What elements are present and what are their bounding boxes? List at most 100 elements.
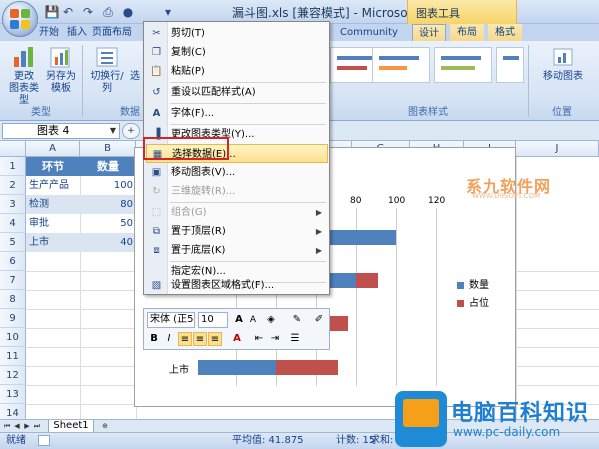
tab-insert[interactable]: 插入 [64, 24, 90, 41]
legend-item-quantity[interactable]: 数量 [457, 276, 489, 291]
align-right-icon[interactable]: ≡ [208, 332, 222, 346]
menu-item-reset-style[interactable]: ↺ 重设以匹配样式(A) [146, 83, 328, 102]
italic-icon[interactable]: I [162, 332, 176, 346]
macro-record-icon[interactable] [38, 435, 50, 446]
row-header[interactable]: 7 [0, 271, 26, 290]
column-header-j[interactable]: J [516, 141, 599, 157]
align-left-icon[interactable]: ≡ [178, 332, 192, 346]
shrink-font-icon[interactable]: A [246, 313, 260, 327]
row-header[interactable]: 14 [0, 404, 26, 419]
tab-format[interactable]: 格式 [488, 24, 522, 41]
row-header[interactable]: 6 [0, 252, 26, 271]
font-name-select[interactable]: 宋体 (正5 [147, 312, 195, 328]
row-header[interactable]: 9 [0, 309, 26, 328]
font-color-icon[interactable]: A [230, 332, 244, 346]
qat-dropdown-icon[interactable]: ▾ [160, 4, 176, 20]
record-icon[interactable]: ● [120, 4, 136, 20]
formula-expand-button[interactable]: + [122, 123, 140, 139]
tab-design[interactable]: 设计 [412, 24, 446, 41]
name-box[interactable]: 图表 4 ▼ [2, 123, 120, 139]
menu-item-copy[interactable]: ❐ 复制(C) [146, 43, 328, 62]
insert-sheet-icon[interactable]: ⊕ [100, 421, 110, 431]
table-cell[interactable]: 50 [80, 214, 136, 233]
table-header-cell[interactable]: 环节 [26, 157, 80, 176]
tab-page-layout[interactable]: 页面布局 [92, 24, 132, 41]
chart-bar-placeholder[interactable] [276, 360, 338, 375]
save-icon[interactable]: 💾 [44, 4, 60, 20]
row-header[interactable]: 10 [0, 328, 26, 347]
column-header-b[interactable]: B [80, 141, 136, 157]
format-painter-icon[interactable]: ✐ [312, 313, 326, 327]
next-sheet-icon[interactable]: ▶ [22, 421, 32, 431]
move-chart-button[interactable]: 移动图表 [532, 45, 594, 83]
row-header[interactable]: 3 [0, 195, 26, 214]
menu-item-format-chart-area[interactable]: ▧ 设置图表区域格式(F)... [146, 276, 328, 295]
menu-item-send-to-back[interactable]: ⧈ 置于底层(K) ▶ [146, 241, 328, 260]
row-header[interactable]: 1 [0, 157, 26, 176]
table-cell[interactable]: 80 [80, 195, 136, 214]
select-data-ribbon-label: 选 [130, 71, 140, 82]
switch-row-column-label: 切换行/列 [90, 71, 124, 94]
chart-bar-quantity[interactable] [328, 273, 356, 288]
table-cell[interactable]: 检测 [26, 195, 80, 214]
switch-row-column-button[interactable]: 切换行/列 [86, 45, 128, 95]
row-header[interactable]: 8 [0, 290, 26, 309]
row-header[interactable]: 5 [0, 233, 26, 252]
menu-item-font[interactable]: A 字体(F)... [146, 104, 328, 123]
menu-item-paste[interactable]: 📋 粘贴(P) [146, 62, 328, 81]
menu-item-group: ⬚ 组合(G) ▶ [146, 203, 328, 222]
select-data-button[interactable]: 选 [128, 45, 142, 83]
row-header[interactable]: 2 [0, 176, 26, 195]
change-chart-type-button[interactable]: 更改 图表类型 [6, 45, 42, 107]
print-icon[interactable]: ⎙ [100, 4, 116, 20]
chart-tools-tab-group: 图表工具 [407, 0, 517, 24]
grow-font-icon[interactable]: A [232, 313, 246, 327]
table-cell[interactable]: 生产产品 [26, 176, 80, 195]
chart-bar-quantity[interactable] [328, 230, 396, 245]
last-sheet-icon[interactable]: ⏭ [32, 421, 42, 431]
select-all-corner[interactable] [0, 141, 26, 157]
align-center-icon[interactable]: ≡ [193, 332, 207, 346]
row-header[interactable]: 13 [0, 385, 26, 404]
table-cell[interactable]: 40 [80, 233, 136, 252]
line-color-icon[interactable]: ✎ [290, 313, 304, 327]
chart-style-thumbnail[interactable] [372, 47, 430, 83]
legend-swatch [457, 299, 464, 307]
row-header[interactable]: 4 [0, 214, 26, 233]
save-as-template-button[interactable]: 另存为 模板 [44, 45, 78, 95]
chart-bar-placeholder[interactable] [328, 316, 348, 331]
table-cell[interactable]: 100 [80, 176, 136, 195]
redo-icon[interactable]: ↷ [80, 4, 96, 20]
chart-style-thumbnail[interactable] [496, 47, 524, 83]
bullets-icon[interactable]: ☰ [288, 332, 302, 346]
chevron-right-icon: ▶ [315, 208, 322, 217]
office-button[interactable] [2, 1, 38, 37]
font-size-select[interactable]: 10 [198, 312, 228, 328]
menu-item-cut[interactable]: ✂ 剪切(T) [146, 24, 328, 43]
chevron-down-icon[interactable]: ▼ [110, 124, 116, 138]
decrease-indent-icon[interactable]: ⇤ [252, 332, 266, 346]
tab-community-clips[interactable]: Community Clips [330, 24, 408, 55]
menu-item-move-chart[interactable]: ▣ 移动图表(V)... [146, 163, 328, 182]
tab-home[interactable]: 开始 [36, 24, 62, 41]
tab-layout[interactable]: 布局 [450, 24, 484, 41]
table-cell[interactable]: 上市 [26, 233, 80, 252]
table-cell[interactable]: 审批 [26, 214, 80, 233]
chart-bar-quantity[interactable] [198, 360, 276, 375]
chart-bar-placeholder[interactable] [356, 273, 378, 288]
menu-item-bring-to-front[interactable]: ⧉ 置于顶层(R) ▶ [146, 222, 328, 241]
legend-item-placeholder[interactable]: 占位 [457, 294, 489, 309]
increase-indent-icon[interactable]: ⇥ [268, 332, 282, 346]
column-header-a[interactable]: A [26, 141, 80, 157]
prev-sheet-icon[interactable]: ◀ [12, 421, 22, 431]
fill-color-icon[interactable]: ◈ [264, 313, 278, 327]
undo-icon[interactable]: ↶ [60, 4, 76, 20]
send-back-icon: ⧈ [153, 245, 160, 256]
chart-style-thumbnail[interactable] [434, 47, 492, 83]
row-header[interactable]: 11 [0, 347, 26, 366]
table-header-cell[interactable]: 数量 [80, 157, 136, 176]
bold-icon[interactable]: B [147, 332, 161, 346]
first-sheet-icon[interactable]: ⏮ [2, 421, 12, 431]
switch-row-col-icon [94, 45, 120, 69]
row-header[interactable]: 12 [0, 366, 26, 385]
